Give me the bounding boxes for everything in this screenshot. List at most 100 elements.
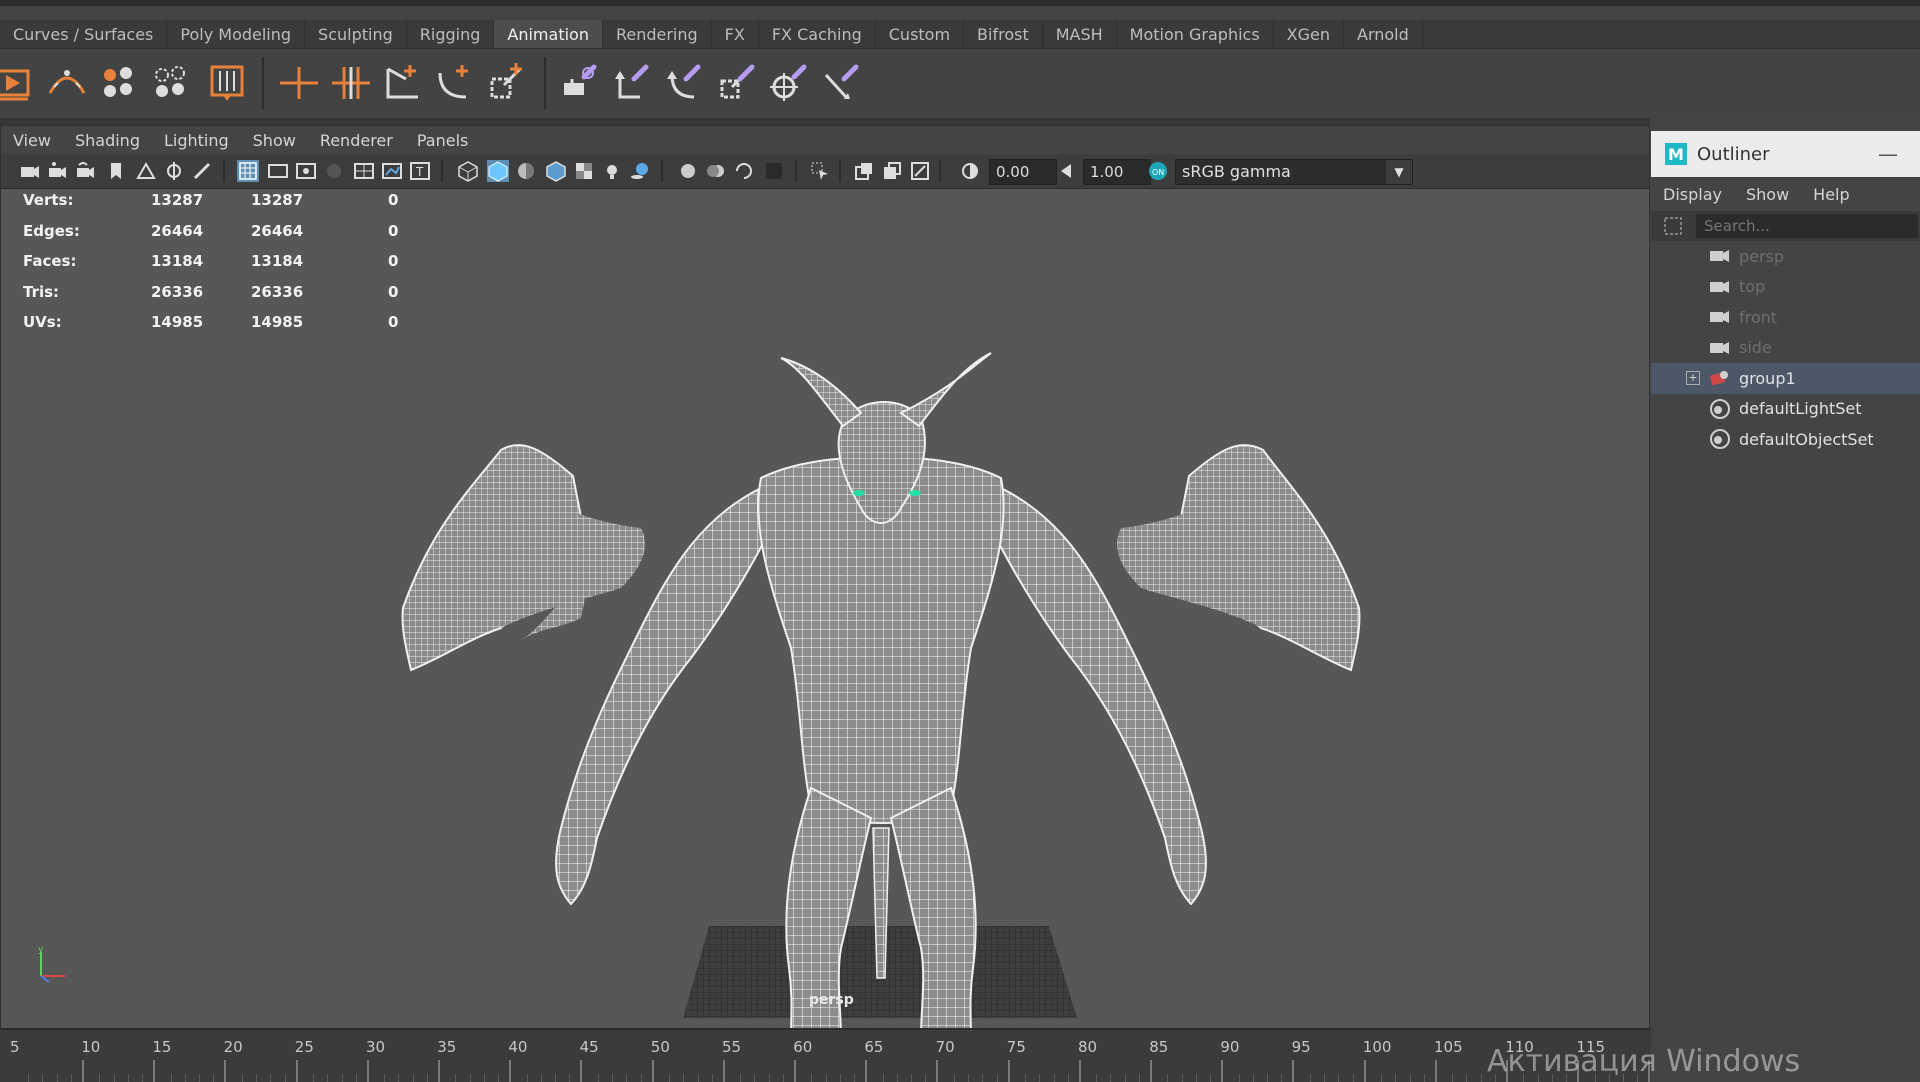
expand-icon[interactable]: + (1686, 371, 1700, 386)
use-all-lights-icon[interactable] (601, 160, 623, 182)
outliner-menu-display[interactable]: Display (1651, 185, 1734, 204)
smooth-shade-icon[interactable] (487, 160, 509, 182)
anti-aliasing-icon[interactable] (733, 160, 755, 182)
creature-wireframe-model[interactable] (401, 352, 1361, 1029)
colorspace-dropdown[interactable]: sRGB gamma ▼ (1175, 159, 1413, 185)
shelf-tab-fx-caching[interactable]: FX Caching (759, 20, 876, 48)
scale-constraint-icon[interactable] (714, 59, 760, 105)
panel-menu-panels[interactable]: Panels (405, 131, 481, 150)
outliner-item-persp[interactable]: persp (1651, 241, 1920, 272)
create-joint-icon[interactable] (276, 59, 322, 105)
outliner-item-defaultLightSet[interactable]: defaultLightSet (1651, 394, 1920, 425)
camera-attributes-icon[interactable] (47, 160, 69, 182)
shelf-tab-mash[interactable]: MASH (1043, 20, 1117, 48)
orient-constraint-icon[interactable] (662, 59, 708, 105)
outliner-item-side[interactable]: side (1651, 333, 1920, 364)
unghost-icon[interactable] (148, 59, 194, 105)
frame-tick-minor (882, 1074, 884, 1082)
outliner-item-defaultObjectSet[interactable]: defaultObjectSet (1651, 424, 1920, 455)
safe-action-icon[interactable] (381, 160, 403, 182)
bookmark-camera-icon[interactable] (75, 160, 97, 182)
ghost-icon[interactable] (96, 59, 142, 105)
hud-value-selected: 14985 (251, 313, 304, 331)
depth-of-field-icon[interactable] (763, 160, 785, 182)
gamma-field[interactable]: 1.00 (1083, 159, 1151, 185)
shelf-tab-curves-surfaces[interactable]: Curves / Surfaces (0, 20, 168, 48)
outliner-search-input[interactable] (1696, 214, 1918, 238)
screen-space-ao-icon[interactable] (677, 160, 699, 182)
isolate-select-icon[interactable] (809, 160, 831, 182)
frame-tick-minor (1124, 1074, 1126, 1082)
image-plane-icon[interactable] (135, 160, 157, 182)
outliner-item-front[interactable]: front (1651, 302, 1920, 333)
frame-tick (936, 1060, 939, 1082)
xray-joints-icon[interactable] (909, 160, 931, 182)
bookmark-icon[interactable] (105, 160, 127, 182)
minimize-icon[interactable]: — (1878, 142, 1898, 166)
point-constraint-icon[interactable] (610, 59, 656, 105)
frame-tick-minor (1025, 1074, 1027, 1082)
shelf-tab-custom[interactable]: Custom (876, 20, 965, 48)
frame-tick (1292, 1060, 1295, 1082)
shelf-tab-bifrost[interactable]: Bifrost (964, 20, 1043, 48)
outliner-menu-help[interactable]: Help (1801, 185, 1861, 204)
panel-menu-renderer[interactable]: Renderer (308, 131, 405, 150)
film-gate-icon[interactable] (267, 160, 289, 182)
pole-vector-icon[interactable] (818, 59, 864, 105)
frame-label: 40 (508, 1038, 528, 1056)
bake-icon[interactable] (204, 59, 250, 105)
scale-joint-icon[interactable] (484, 59, 530, 105)
shelf-tab-fx[interactable]: FX (712, 20, 759, 48)
viewport-panel[interactable]: View Shading Lighting Show Renderer Panels T (0, 125, 1650, 1030)
parent-constraint-icon[interactable] (558, 59, 604, 105)
playblast-icon[interactable] (0, 59, 38, 105)
color-management-toggle-icon[interactable]: ON (1147, 160, 1169, 182)
outliner-item-top[interactable]: top (1651, 272, 1920, 303)
field-chart-icon[interactable] (353, 160, 375, 182)
grease-pencil-icon[interactable] (163, 160, 185, 182)
frame-label: 85 (1149, 1038, 1169, 1056)
outliner-item-group1[interactable]: + group1 (1651, 363, 1920, 394)
grid-icon[interactable] (237, 160, 259, 182)
outliner-menu-show[interactable]: Show (1734, 185, 1801, 204)
toolbar-separator (939, 160, 941, 182)
panel-menu-view[interactable]: View (1, 131, 63, 150)
xray-active-components-icon[interactable] (881, 160, 903, 182)
frame-tick-minor (241, 1074, 243, 1082)
panel-menu-shading[interactable]: Shading (63, 131, 152, 150)
textured-icon[interactable] (573, 160, 595, 182)
shelf-tab-xgen[interactable]: XGen (1274, 20, 1344, 48)
filter-icon[interactable] (1663, 216, 1683, 236)
ik-spline-icon[interactable] (432, 59, 478, 105)
shelf-tab-poly-modeling[interactable]: Poly Modeling (167, 20, 306, 48)
resolution-gate-icon[interactable] (295, 160, 317, 182)
shelf-tab-animation[interactable]: Animation (494, 20, 603, 48)
time-slider[interactable]: 5 10 15 20 25 30 35 40 45 50 55 60 65 70 75 80 85 90 95 100… (0, 1028, 1651, 1082)
panel-menu-show[interactable]: Show (241, 131, 308, 150)
insert-joint-icon[interactable] (328, 59, 374, 105)
aim-constraint-icon[interactable] (766, 59, 812, 105)
panel-menu-lighting[interactable]: Lighting (152, 131, 241, 150)
default-material-icon[interactable] (515, 160, 537, 182)
shelf-tab-motion-graphics[interactable]: Motion Graphics (1117, 20, 1274, 48)
exposure-field[interactable]: 0.00 (989, 159, 1057, 185)
exposure-icon[interactable] (959, 160, 981, 182)
shelf-tab-sculpting[interactable]: Sculpting (305, 20, 407, 48)
wireframe-icon[interactable] (457, 160, 479, 182)
gate-mask-icon[interactable] (323, 160, 345, 182)
wireframe-on-shaded-icon[interactable] (545, 160, 567, 182)
shelf-tab-rigging[interactable]: Rigging (407, 20, 495, 48)
safe-title-icon[interactable]: T (409, 160, 431, 182)
ik-handle-icon[interactable] (380, 59, 426, 105)
gamma-icon[interactable] (1055, 160, 1077, 182)
shelf-tab-arnold[interactable]: Arnold (1344, 20, 1423, 48)
xray-icon[interactable] (853, 160, 875, 182)
shelf-tab-rendering[interactable]: Rendering (603, 20, 712, 48)
motion-blur-icon[interactable] (705, 160, 727, 182)
select-camera-icon[interactable] (19, 160, 41, 182)
shadows-icon[interactable] (629, 160, 651, 182)
motion-trail-icon[interactable] (44, 59, 90, 105)
frame-tick-minor (1466, 1074, 1468, 1082)
outliner-titlebar[interactable]: M Outliner — (1651, 131, 1920, 177)
pencil-icon[interactable] (191, 160, 213, 182)
